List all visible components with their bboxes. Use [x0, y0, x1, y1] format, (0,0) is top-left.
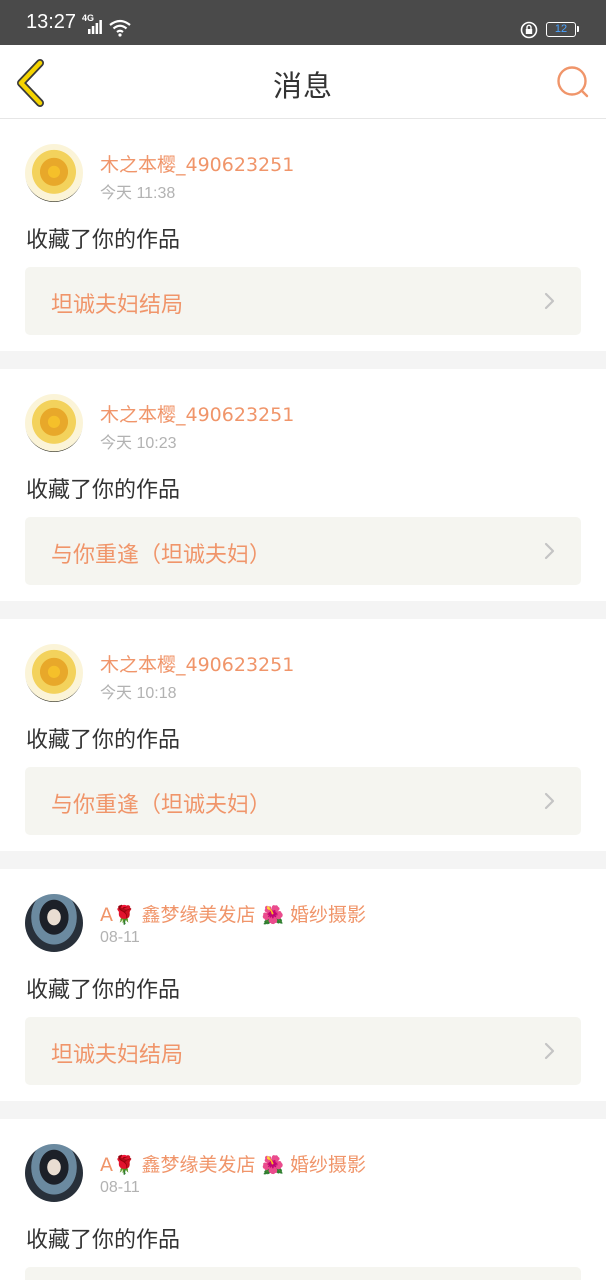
rose-emoji: 🌹 — [113, 905, 136, 926]
chevron-right-icon — [544, 542, 555, 560]
signal-icon — [88, 20, 102, 34]
user-name-suffix: 婚纱摄影 — [283, 1154, 366, 1176]
wifi-icon — [109, 19, 131, 37]
avatar[interactable] — [25, 144, 83, 202]
message-card: 木之本樱_490623251 今天 10:18 收藏了你的作品 与你重逢（坦诚夫… — [0, 619, 606, 851]
battery-tip — [577, 26, 579, 32]
work-title: 坦诚夫妇结局 — [51, 1043, 184, 1068]
work-link[interactable] — [25, 1267, 581, 1280]
work-link[interactable]: 与你重逢（坦诚夫妇） — [25, 517, 581, 585]
chevron-right-icon — [544, 292, 555, 310]
status-time: 13:27 — [26, 11, 77, 33]
user-name[interactable]: A🌹 鑫梦缘美发店 🌺 婚纱摄影 — [100, 900, 366, 927]
work-link[interactable]: 坦诚夫妇结局 — [25, 267, 581, 335]
user-name[interactable]: A🌹 鑫梦缘美发店 🌺 婚纱摄影 — [100, 1150, 366, 1177]
user-name-middle: 鑫梦缘美发店 — [135, 904, 262, 926]
rotation-lock-icon — [520, 21, 538, 39]
chevron-right-icon — [544, 792, 555, 810]
work-link[interactable]: 与你重逢（坦诚夫妇） — [25, 767, 581, 835]
user-name[interactable]: 木之本樱_490623251 — [100, 150, 294, 177]
message-action: 收藏了你的作品 — [26, 728, 181, 753]
message-action: 收藏了你的作品 — [26, 978, 181, 1003]
battery-icon: 12 — [546, 22, 576, 37]
message-time: 今天 10:18 — [100, 685, 177, 702]
battery-level: 12 — [554, 23, 568, 35]
message-action: 收藏了你的作品 — [26, 478, 181, 503]
user-name-prefix: A — [100, 904, 113, 926]
work-link[interactable]: 坦诚夫妇结局 — [25, 1017, 581, 1085]
message-card: A🌹 鑫梦缘美发店 🌺 婚纱摄影 08-11 收藏了你的作品 — [0, 1119, 606, 1280]
message-action: 收藏了你的作品 — [26, 1228, 181, 1253]
user-name-middle: 鑫梦缘美发店 — [135, 1154, 262, 1176]
work-title: 与你重逢（坦诚夫妇） — [51, 793, 272, 818]
search-icon[interactable] — [552, 61, 592, 101]
user-name[interactable]: 木之本樱_490623251 — [100, 400, 294, 427]
avatar[interactable] — [25, 394, 83, 452]
work-title: 与你重逢（坦诚夫妇） — [51, 543, 272, 568]
hibiscus-emoji: 🌺 — [261, 905, 284, 926]
nav-bar: 消息 — [0, 45, 606, 119]
message-time: 今天 10:23 — [100, 435, 177, 452]
avatar[interactable] — [25, 644, 83, 702]
rose-emoji: 🌹 — [113, 1155, 136, 1176]
user-name-suffix: 婚纱摄影 — [283, 904, 366, 926]
message-time: 今天 11:38 — [100, 185, 176, 202]
status-bar: 13:27 4G 12 — [0, 0, 606, 45]
message-time: 08-11 — [100, 929, 140, 946]
user-name[interactable]: 木之本樱_490623251 — [100, 650, 294, 677]
chevron-right-icon — [544, 1042, 555, 1060]
page-title: 消息 — [272, 69, 333, 103]
message-card: A🌹 鑫梦缘美发店 🌺 婚纱摄影 08-11 收藏了你的作品 坦诚夫妇结局 — [0, 869, 606, 1101]
avatar[interactable] — [25, 894, 83, 952]
hibiscus-emoji: 🌺 — [261, 1155, 284, 1176]
message-action: 收藏了你的作品 — [26, 228, 181, 253]
work-title: 坦诚夫妇结局 — [51, 293, 184, 318]
message-card: 木之本樱_490623251 今天 11:38 收藏了你的作品 坦诚夫妇结局 — [0, 119, 606, 351]
message-time: 08-11 — [100, 1179, 140, 1196]
message-card: 木之本樱_490623251 今天 10:23 收藏了你的作品 与你重逢（坦诚夫… — [0, 369, 606, 601]
avatar[interactable] — [25, 1144, 83, 1202]
user-name-prefix: A — [100, 1154, 113, 1176]
